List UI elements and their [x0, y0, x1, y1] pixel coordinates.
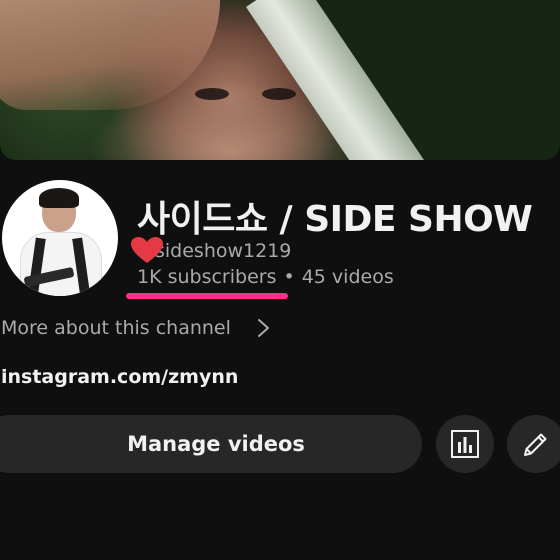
channel-stats: 1K subscribers • 45 videos [137, 266, 394, 288]
banner-hand [0, 0, 220, 110]
edit-channel-button[interactable] [507, 415, 560, 473]
pencil-icon [524, 433, 547, 456]
stats-separator: • [283, 266, 295, 288]
channel-external-link[interactable]: instagram.com/zmynn [1, 366, 238, 388]
channel-banner [0, 0, 560, 160]
avatar-hair [39, 188, 79, 208]
banner-eye-left [195, 88, 229, 100]
manage-videos-button[interactable]: Manage videos [0, 415, 422, 473]
channel-title: 사이드쇼 / SIDE SHOW [137, 199, 533, 240]
heart-icon [131, 237, 163, 263]
more-about-label: More about this channel [1, 317, 231, 339]
channel-avatar[interactable] [2, 180, 118, 296]
subscriber-count: 1K subscribers [137, 266, 277, 288]
more-about-channel-link[interactable]: More about this channel [1, 317, 273, 339]
highlight-underline [126, 293, 288, 299]
banner-blade [245, 0, 427, 160]
channel-page: 사이드쇼 / SIDE SHOW sideshow1219 1K subscri… [0, 0, 560, 560]
bar-chart-icon [451, 430, 479, 458]
video-count: 45 videos [301, 266, 394, 288]
chevron-right-icon [257, 319, 269, 337]
channel-handle: sideshow1219 [155, 240, 292, 262]
analytics-button[interactable] [436, 415, 494, 473]
banner-eye-right [262, 88, 296, 100]
